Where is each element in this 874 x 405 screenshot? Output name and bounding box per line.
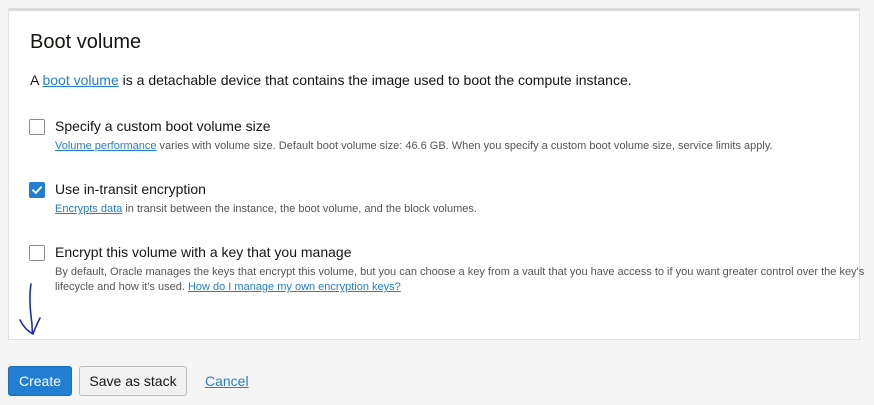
cancel-link[interactable]: Cancel <box>205 373 249 389</box>
checkmark-icon <box>32 186 43 194</box>
custom-size-label[interactable]: Specify a custom boot volume size <box>55 118 271 134</box>
in-transit-encryption-label[interactable]: Use in-transit encryption <box>55 181 206 197</box>
hand-drawn-arrow-annotation <box>19 283 41 335</box>
save-as-stack-button[interactable]: Save as stack <box>79 366 187 396</box>
description-prefix: A <box>30 72 43 88</box>
manage-key-checkbox[interactable] <box>29 245 45 261</box>
encrypts-data-link[interactable]: Encrypts data <box>55 203 122 215</box>
manage-key-help-text: By default, Oracle manages the keys that… <box>55 266 865 293</box>
custom-size-help: Volume performance varies with volume si… <box>55 139 773 154</box>
manage-keys-help-link[interactable]: How do I manage my own encryption keys? <box>188 281 401 293</box>
boot-volume-link[interactable]: boot volume <box>42 72 118 88</box>
volume-performance-link[interactable]: Volume performance <box>55 140 157 152</box>
in-transit-help-text: in transit between the instance, the boo… <box>122 203 477 215</box>
in-transit-encryption-checkbox[interactable] <box>29 182 45 198</box>
description-suffix: is a detachable device that contains the… <box>118 72 632 88</box>
manage-key-label[interactable]: Encrypt this volume with a key that you … <box>55 244 351 260</box>
section-description: A boot volume is a detachable device tha… <box>30 72 632 88</box>
manage-key-help: By default, Oracle manages the keys that… <box>55 265 867 295</box>
section-title: Boot volume <box>30 31 142 53</box>
boot-volume-panel: Boot volume A boot volume is a detachabl… <box>8 8 864 340</box>
create-button[interactable]: Create <box>8 366 72 396</box>
in-transit-encryption-help: Encrypts data in transit between the ins… <box>55 202 477 217</box>
custom-size-checkbox[interactable] <box>29 119 45 135</box>
custom-size-help-text: varies with volume size. Default boot vo… <box>156 140 773 152</box>
